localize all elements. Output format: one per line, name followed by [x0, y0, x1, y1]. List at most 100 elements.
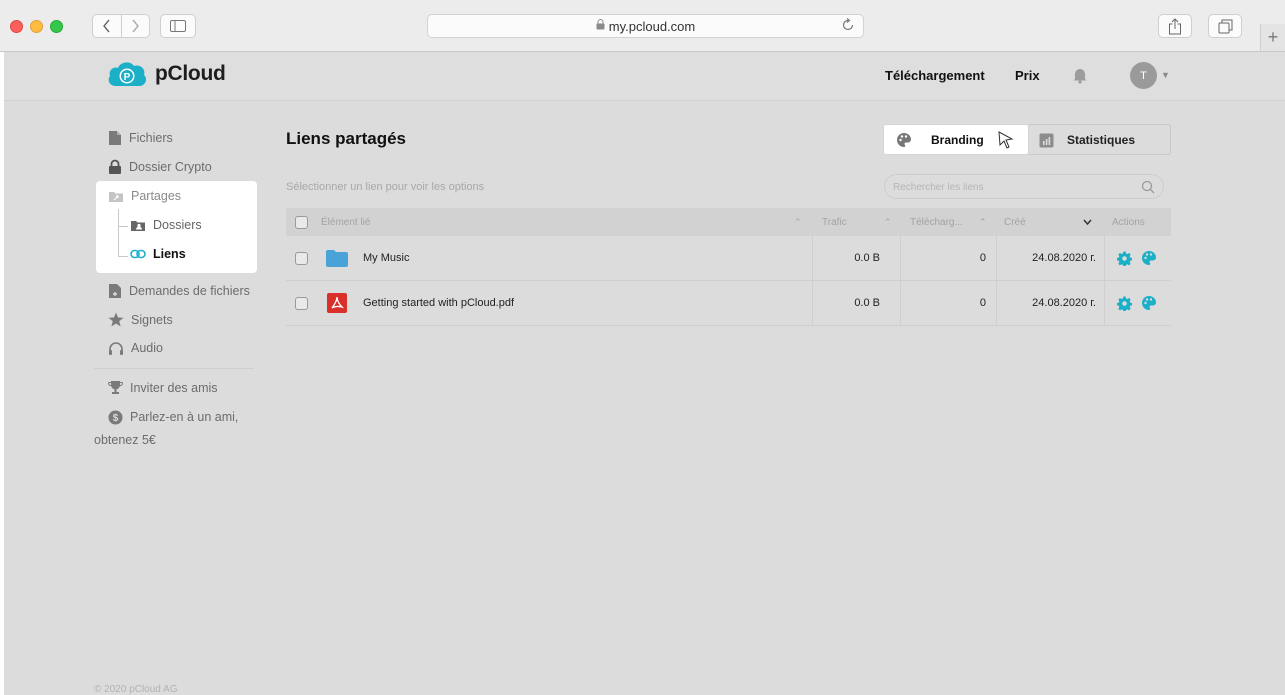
- plus-icon: +: [1267, 27, 1279, 47]
- links-table: Élément lié ⌃ Trafic ⌃ Télécharg... ⌃ Cr…: [286, 208, 1171, 326]
- minimize-window-button[interactable]: [30, 20, 43, 33]
- sidebar-item-label: Fichiers: [129, 131, 173, 145]
- column-header-traffic[interactable]: Trafic: [822, 217, 847, 228]
- tree-connector: [118, 226, 128, 227]
- avatar[interactable]: T: [1130, 62, 1157, 89]
- table-row[interactable]: Getting started with pCloud.pdf 0.0 B 0 …: [286, 281, 1171, 326]
- sidebar-item-liens[interactable]: Liens: [130, 247, 186, 261]
- selection-hint: Sélectionner un lien pour voir les optio…: [286, 181, 485, 193]
- zoom-window-button[interactable]: [50, 20, 63, 33]
- sidebar-item-label: Signets: [131, 312, 173, 327]
- svg-text:P: P: [124, 72, 131, 83]
- gear-icon[interactable]: [1117, 296, 1132, 311]
- shared-folder-icon: [109, 191, 123, 202]
- avatar-initial: T: [1140, 69, 1147, 82]
- share-button[interactable]: [1158, 14, 1192, 38]
- search-box: [884, 174, 1164, 199]
- sidebar-item-dossiers[interactable]: Dossiers: [130, 218, 202, 232]
- column-divider: [996, 281, 997, 326]
- show-tabs-button[interactable]: [1208, 14, 1242, 38]
- search-icon[interactable]: [1141, 180, 1155, 194]
- branding-button[interactable]: Branding: [883, 124, 1029, 155]
- dollar-coin-icon: $: [108, 410, 123, 425]
- palette-icon[interactable]: [1141, 250, 1157, 266]
- link-item-name[interactable]: Getting started with pCloud.pdf: [363, 297, 514, 309]
- address-bar[interactable]: my.pcloud.com: [427, 14, 864, 38]
- download-link[interactable]: Téléchargement: [885, 68, 985, 83]
- column-header-actions: Actions: [1112, 217, 1145, 228]
- traffic-value: 0.0 B: [854, 297, 880, 309]
- column-divider: [900, 236, 901, 281]
- page-title: Liens partagés: [286, 129, 406, 148]
- svg-text:$: $: [113, 413, 119, 424]
- pcloud-cloud-icon: P: [108, 62, 147, 86]
- column-header-downloads[interactable]: Télécharg...: [910, 217, 963, 228]
- sidebar-item-label: Inviter des amis: [130, 380, 218, 395]
- browser-toolbar: my.pcloud.com +: [0, 0, 1285, 52]
- url-text: my.pcloud.com: [608, 18, 696, 34]
- downloads-value: 0: [979, 252, 986, 264]
- app-header: P pCloud Téléchargement Prix T ▼: [4, 52, 1285, 101]
- sidebar-item-crypto[interactable]: Dossier Crypto: [108, 159, 212, 175]
- folder-user-icon: [131, 220, 145, 231]
- trophy-icon: [108, 381, 123, 394]
- downloads-value: 0: [979, 297, 986, 309]
- sort-desc-icon[interactable]: [1083, 219, 1092, 225]
- table-row[interactable]: My Music 0.0 B 0 24.08.2020 г.: [286, 236, 1171, 281]
- bell-icon[interactable]: [1072, 66, 1088, 84]
- column-header-created[interactable]: Créé: [1004, 217, 1026, 228]
- star-icon: [108, 312, 124, 327]
- column-header-item[interactable]: Élément lié: [321, 217, 370, 228]
- column-divider: [996, 236, 997, 281]
- new-tab-button[interactable]: +: [1260, 24, 1285, 51]
- tabs-overview-icon: [1218, 19, 1232, 33]
- sidebar-item-audio[interactable]: Audio: [108, 341, 163, 355]
- sort-asc-icon[interactable]: ⌃: [794, 217, 802, 228]
- back-button[interactable]: [93, 15, 122, 37]
- sort-asc-icon[interactable]: ⌃: [979, 217, 987, 228]
- sidebar-item-label: Partages: [131, 189, 182, 203]
- sidebar-item-bookmarks[interactable]: Signets: [108, 312, 173, 327]
- bar-chart-icon: [1039, 133, 1054, 148]
- sidebar-item-files[interactable]: Fichiers: [108, 130, 173, 146]
- mouse-cursor-icon: [998, 131, 1014, 149]
- sidebar-item-invite[interactable]: Inviter des amis: [108, 380, 218, 395]
- pcloud-logo[interactable]: P pCloud: [106, 60, 226, 88]
- sidebar-item-shares[interactable]: Partages: [108, 189, 181, 203]
- page: P pCloud Téléchargement Prix T ▼ Fichier…: [4, 52, 1285, 695]
- column-divider: [812, 281, 813, 326]
- branding-label: Branding: [931, 133, 984, 147]
- sidebar-item-file-requests[interactable]: Demandes de fichiers: [108, 283, 250, 299]
- statistics-label: Statistiques: [1067, 133, 1136, 147]
- palette-icon: [897, 133, 911, 147]
- link-item-name[interactable]: My Music: [363, 252, 409, 264]
- created-date: 24.08.2020 г.: [1032, 297, 1096, 309]
- history-nav: [92, 14, 150, 38]
- row-checkbox[interactable]: [295, 297, 308, 310]
- search-input[interactable]: [893, 179, 1133, 195]
- sort-asc-icon[interactable]: ⌃: [884, 217, 892, 228]
- file-icon: [109, 131, 121, 145]
- row-checkbox[interactable]: [295, 252, 308, 265]
- sidebar-item-label: Demandes de fichiers: [129, 284, 250, 298]
- sidebar-toggle-button[interactable]: [160, 14, 196, 38]
- close-window-button[interactable]: [10, 20, 23, 33]
- palette-icon[interactable]: [1141, 295, 1157, 311]
- chevron-left-icon: [103, 19, 110, 33]
- referral-line-1: Parlez-en à un ami,: [130, 410, 239, 424]
- sidebar-item-referral[interactable]: $ Parlez-en à un ami,: [108, 409, 238, 425]
- column-divider: [1104, 281, 1105, 326]
- chevron-down-icon[interactable]: ▼: [1161, 70, 1170, 80]
- chevron-right-icon: [132, 19, 139, 33]
- gear-icon[interactable]: [1117, 251, 1132, 266]
- select-all-checkbox[interactable]: [295, 216, 308, 229]
- reload-icon[interactable]: [841, 18, 855, 35]
- price-link[interactable]: Prix: [1015, 68, 1040, 83]
- link-icon: [130, 249, 146, 259]
- brand-name: pCloud: [155, 62, 226, 85]
- sidebar-item-label: Liens: [153, 247, 186, 261]
- forward-button[interactable]: [122, 15, 150, 37]
- headphones-icon: [109, 342, 123, 355]
- statistics-button[interactable]: Statistiques: [1029, 124, 1171, 155]
- lock-icon: [596, 19, 605, 33]
